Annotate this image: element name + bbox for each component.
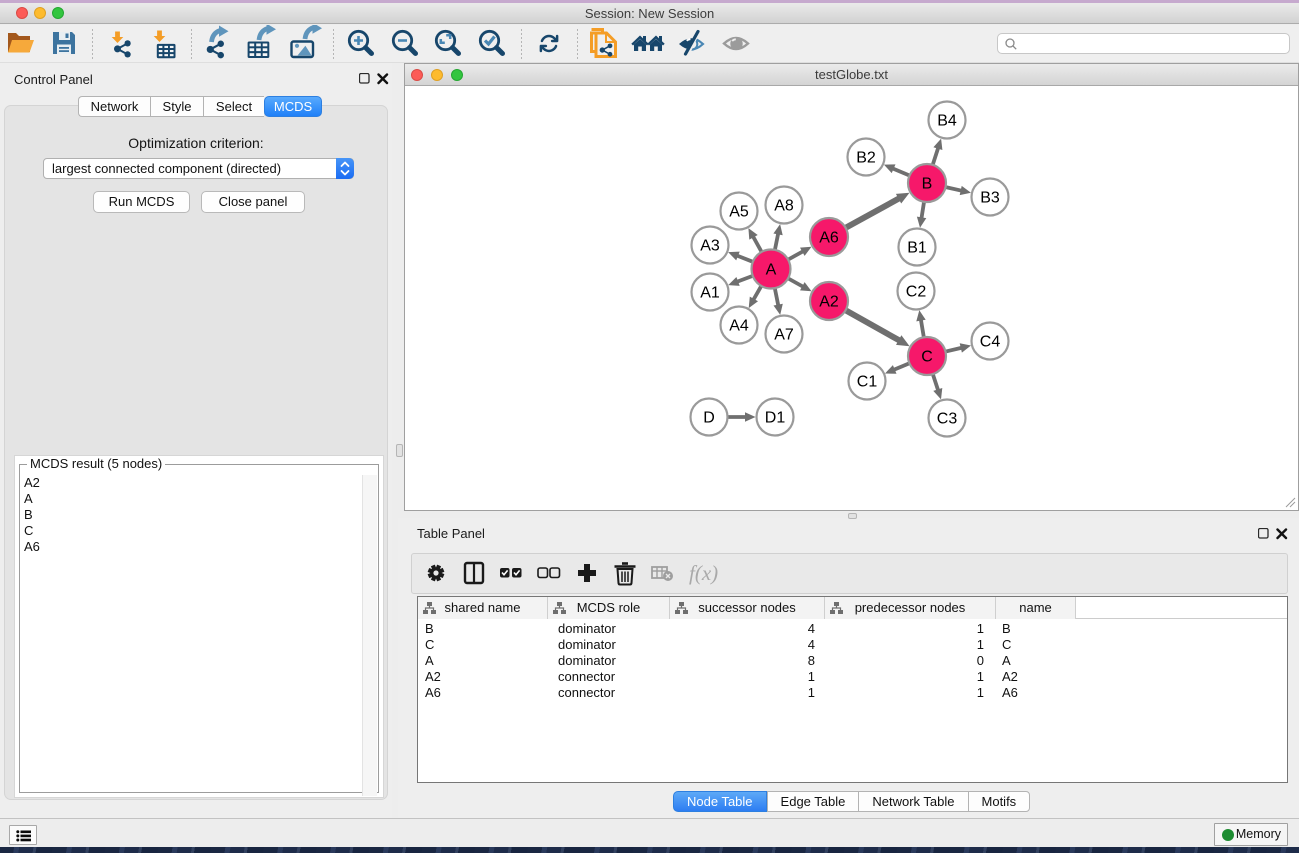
svg-text:B1: B1 xyxy=(907,240,927,257)
svg-text:f(x): f(x) xyxy=(689,561,718,585)
svg-text:A7: A7 xyxy=(774,327,794,344)
svg-text:D: D xyxy=(703,410,715,427)
svg-text:C2: C2 xyxy=(906,284,927,301)
svg-text:B4: B4 xyxy=(937,113,957,130)
svg-text:A2: A2 xyxy=(819,294,839,311)
svg-text:C: C xyxy=(921,349,933,366)
svg-text:C1: C1 xyxy=(857,374,878,391)
svg-text:A4: A4 xyxy=(729,318,749,335)
svg-text:A1: A1 xyxy=(700,285,720,302)
svg-text:A: A xyxy=(766,262,777,279)
svg-text:C4: C4 xyxy=(980,334,1001,351)
svg-text:B2: B2 xyxy=(856,150,876,167)
svg-text:C3: C3 xyxy=(937,411,958,428)
svg-text:A6: A6 xyxy=(819,230,839,247)
svg-text:B: B xyxy=(922,176,933,193)
svg-text:A3: A3 xyxy=(700,238,720,255)
svg-text:A8: A8 xyxy=(774,198,794,215)
svg-text:B3: B3 xyxy=(980,190,1000,207)
svg-text:D1: D1 xyxy=(765,410,786,427)
svg-text:A5: A5 xyxy=(729,204,749,221)
